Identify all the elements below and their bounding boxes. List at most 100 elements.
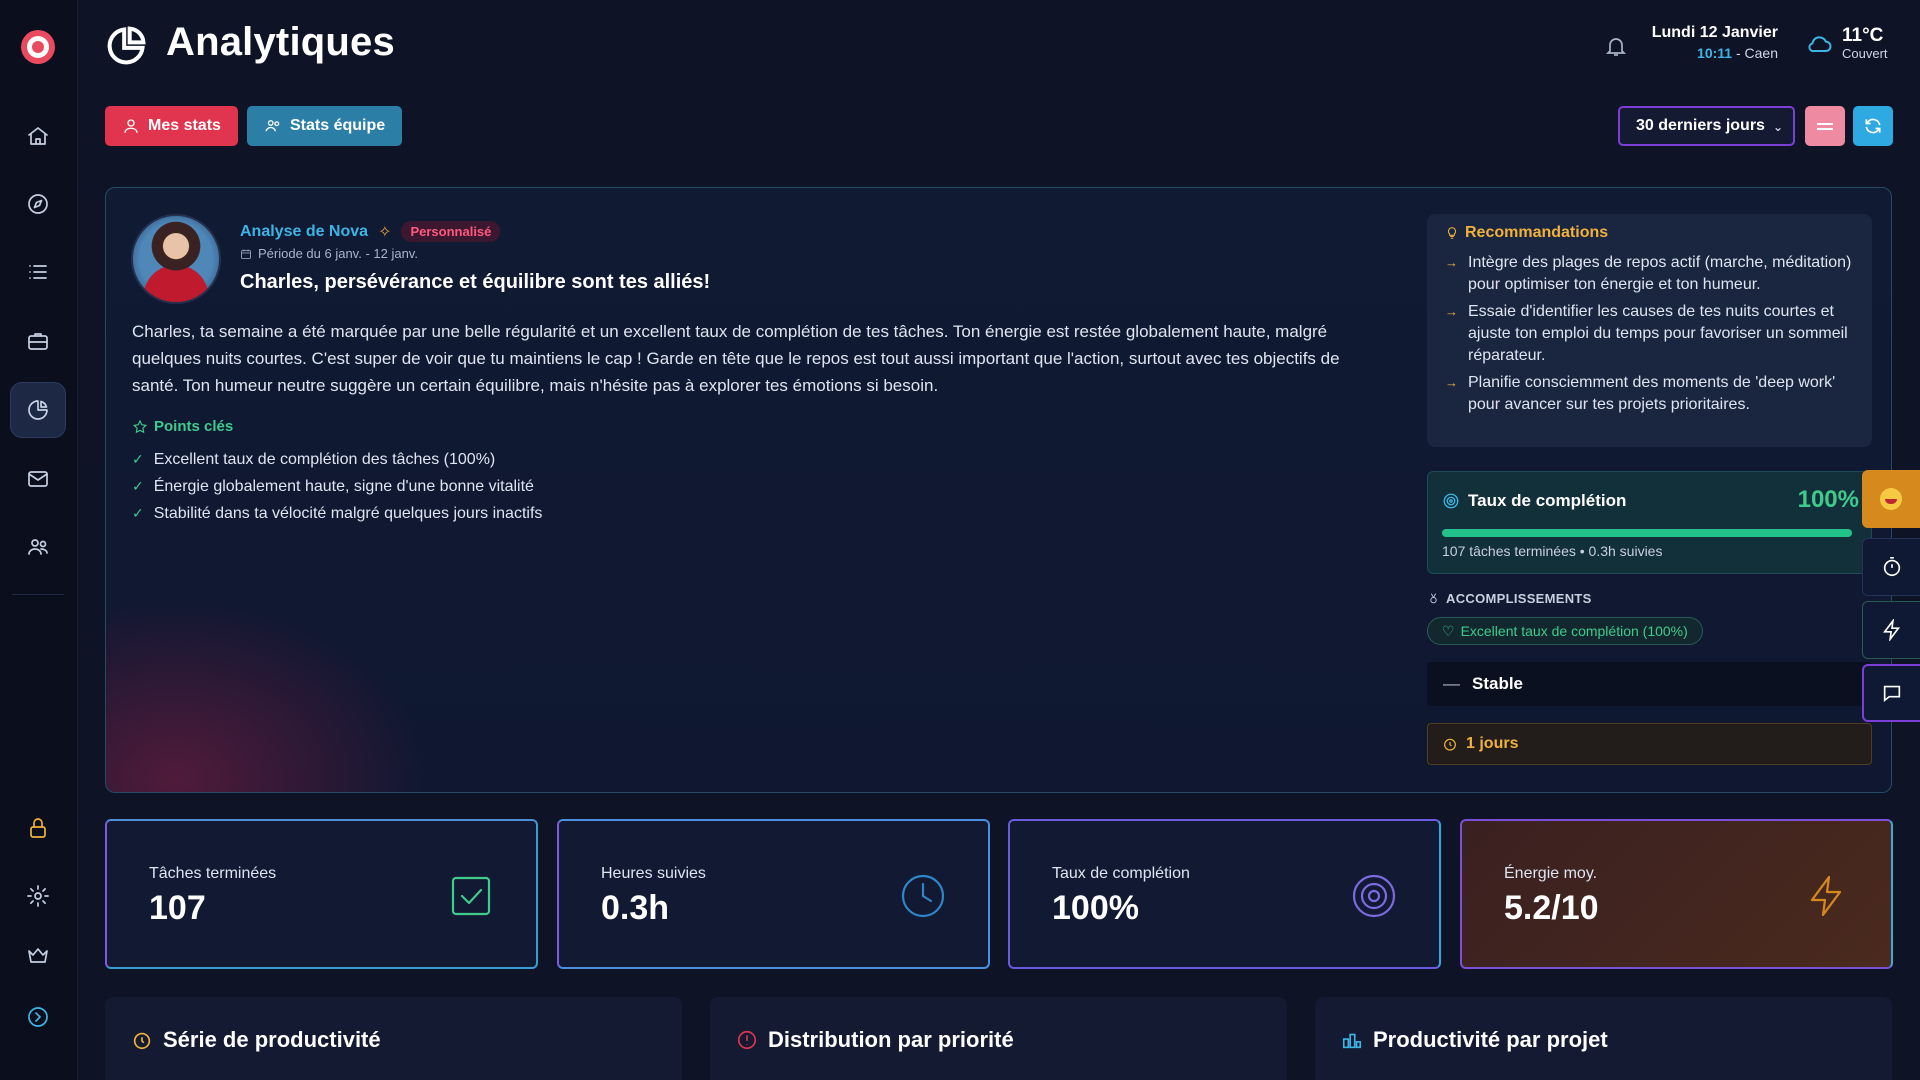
star-icon bbox=[132, 419, 148, 433]
stat-card-tasks: Tâches terminées 107 bbox=[105, 819, 538, 969]
sidebar-item-team[interactable] bbox=[10, 519, 66, 575]
chevron-down-icon: ⌄ bbox=[1772, 120, 1783, 134]
sidebar-item-analytics[interactable] bbox=[10, 382, 66, 438]
lock-icon bbox=[30, 818, 46, 838]
sidebar-item-tasks[interactable] bbox=[10, 244, 66, 300]
checkbox-icon bbox=[448, 873, 494, 919]
timer-button[interactable] bbox=[1862, 538, 1920, 596]
stat-value: 0.3h bbox=[601, 889, 670, 927]
team-stats-button[interactable]: Stats équipe bbox=[247, 106, 403, 146]
sidebar-item-explore[interactable] bbox=[10, 176, 66, 232]
calendar-icon bbox=[241, 249, 251, 259]
lightning-icon bbox=[1882, 619, 1900, 641]
analytics-icon bbox=[28, 400, 48, 420]
check-icon: ✓ bbox=[132, 478, 144, 494]
compass-icon bbox=[28, 194, 48, 214]
sparkle-icon: ✧ bbox=[378, 223, 392, 241]
refresh-icon bbox=[1865, 118, 1881, 134]
sidebar-item-home[interactable] bbox=[10, 108, 66, 164]
my-stats-button[interactable]: Mes stats bbox=[105, 106, 238, 146]
stat-label: Énergie moy. bbox=[1504, 865, 1598, 882]
project-productivity-panel: Productivité par projet bbox=[1315, 997, 1892, 1080]
analysis-headline: Charles, persévérance et équilibre sont … bbox=[240, 271, 711, 293]
trend-indicator: — Stable bbox=[1427, 662, 1872, 706]
period-select[interactable]: 30 derniers jours ⌄ bbox=[1618, 106, 1795, 146]
completion-value: 100% bbox=[1797, 486, 1859, 513]
current-date: Lundi 12 Janvier bbox=[1651, 24, 1778, 41]
analysis-period: Période du 6 janv. - 12 janv. bbox=[258, 246, 418, 261]
nova-avatar bbox=[131, 214, 221, 304]
stat-label: Heures suivies bbox=[601, 865, 706, 882]
chat-icon bbox=[1883, 685, 1901, 703]
notifications-bell[interactable] bbox=[1604, 34, 1628, 58]
settings-icon bbox=[27, 885, 49, 907]
flame-icon bbox=[1444, 738, 1456, 751]
sidebar-item-premium[interactable] bbox=[10, 928, 66, 984]
target-icon bbox=[1351, 873, 1397, 919]
completion-rate-box: Taux de complétion 100% 107 tâches termi… bbox=[1427, 471, 1872, 574]
achievement-badge: ♡ Excellent taux de complétion (100%) bbox=[1427, 617, 1703, 645]
user-icon bbox=[124, 119, 138, 133]
app-logo[interactable] bbox=[21, 30, 55, 64]
trophy-icon: ♡ bbox=[1442, 622, 1455, 639]
completion-label: Taux de complétion bbox=[1468, 491, 1627, 510]
timer-icon bbox=[1883, 557, 1900, 577]
key-points-list: ✓ Excellent taux de complétion des tâches… bbox=[132, 446, 542, 527]
key-point: ✓ Excellent taux de complétion des tâches… bbox=[132, 450, 496, 468]
sidebar-item-inbox[interactable] bbox=[10, 451, 66, 507]
arrow-right-icon: → bbox=[1445, 304, 1458, 319]
briefcase-icon bbox=[28, 333, 48, 350]
team-icon bbox=[265, 120, 280, 132]
recommendation-item: → Intègre des plages de repos actif (marc… bbox=[1445, 252, 1855, 296]
achievements-title: ACCOMPLISSEMENTS bbox=[1446, 591, 1592, 606]
home-icon bbox=[28, 127, 48, 145]
key-point: ✓ Stabilité dans ta vélocité malgré quelq… bbox=[132, 504, 543, 522]
clock-icon bbox=[900, 873, 946, 919]
bell-icon bbox=[1605, 38, 1627, 56]
analytics-title-icon bbox=[104, 24, 148, 68]
sidebar-item-settings[interactable] bbox=[10, 868, 66, 924]
crown-icon bbox=[28, 948, 48, 963]
menu-icon bbox=[1817, 122, 1833, 125]
cloud-icon bbox=[1808, 36, 1832, 53]
stat-label: Tâches terminées bbox=[149, 865, 277, 882]
sidebar-item-projects[interactable] bbox=[10, 313, 66, 369]
streak-label: 1 jours bbox=[1466, 735, 1519, 752]
refresh-button[interactable] bbox=[1853, 106, 1893, 146]
completion-progress-fill bbox=[1442, 529, 1852, 537]
emoji-icon bbox=[1880, 488, 1902, 510]
energy-button[interactable] bbox=[1862, 601, 1920, 659]
recommendations-box: Recommandations → Intègre des plages de r… bbox=[1427, 214, 1872, 447]
menu-button[interactable] bbox=[1805, 106, 1845, 146]
recommendation-item: → Planifie consciemment des moments de 'd… bbox=[1445, 372, 1855, 416]
productivity-streak-panel: Série de productivité bbox=[105, 997, 682, 1080]
team-icon bbox=[28, 539, 48, 555]
team-stats-label: Stats équipe bbox=[290, 117, 386, 134]
key-points-title: Points clés bbox=[154, 418, 234, 435]
period-select-value: 30 derniers jours bbox=[1636, 117, 1765, 134]
completion-progress-bar bbox=[1442, 529, 1852, 537]
ai-analysis-card: Analyse de Nova ✧ Personnalisé Période d… bbox=[105, 187, 1892, 793]
current-location: - Caen bbox=[1735, 45, 1778, 61]
lightbulb-icon bbox=[1447, 227, 1457, 239]
completion-sub: 107 tâches terminées • 0.3h suivies bbox=[1442, 543, 1663, 559]
sidebar-item-lock[interactable] bbox=[10, 800, 66, 856]
panel-title: Productivité par projet bbox=[1373, 1027, 1608, 1052]
page-title: Analytiques bbox=[166, 20, 395, 64]
stat-value: 100% bbox=[1052, 889, 1139, 927]
alert-icon bbox=[737, 1030, 757, 1050]
mail-icon bbox=[28, 471, 48, 487]
flame-icon bbox=[133, 1032, 151, 1050]
stat-label: Taux de complétion bbox=[1052, 865, 1190, 882]
check-icon: ✓ bbox=[132, 451, 144, 467]
my-stats-label: Mes stats bbox=[148, 117, 221, 134]
stat-card-completion: Taux de complétion 100% bbox=[1008, 819, 1441, 969]
chat-button[interactable] bbox=[1862, 664, 1920, 722]
mood-button[interactable] bbox=[1862, 470, 1920, 528]
sidebar-expand-button[interactable] bbox=[10, 989, 66, 1045]
current-time: 10:11 bbox=[1697, 45, 1733, 61]
lightning-icon bbox=[1803, 873, 1849, 919]
streak-days: 1 jours bbox=[1427, 723, 1872, 765]
trend-flat-icon: — bbox=[1443, 674, 1460, 693]
sidebar bbox=[0, 0, 78, 1080]
